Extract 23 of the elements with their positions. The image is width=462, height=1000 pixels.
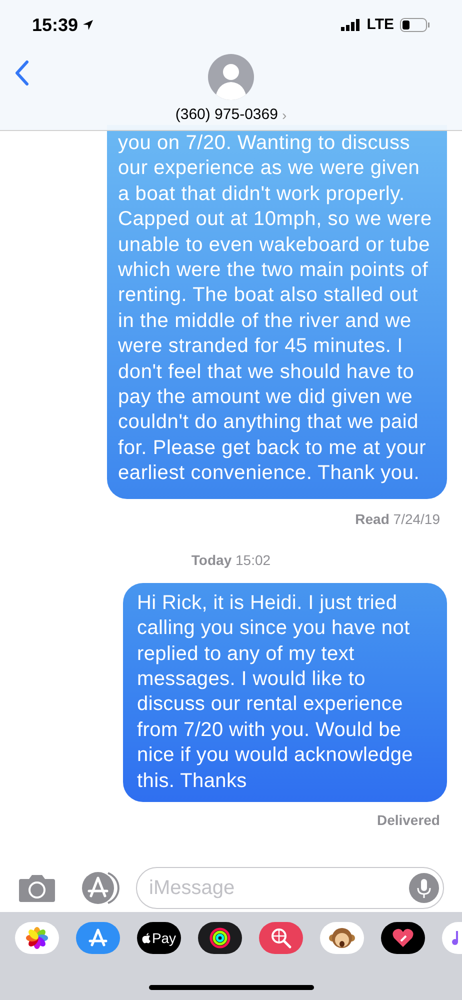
message-field[interactable]: iMessage <box>136 867 444 909</box>
photos-app-icon[interactable] <box>15 922 59 954</box>
avatar-icon[interactable] <box>208 54 254 100</box>
battery-icon <box>400 18 430 32</box>
microphone-icon[interactable] <box>409 873 439 903</box>
status-time: 15:39 <box>32 14 78 36</box>
app-store-icon[interactable] <box>80 870 120 906</box>
app-store-app-icon[interactable] <box>76 922 120 954</box>
delivery-status: Read 7/24/19 <box>355 510 440 529</box>
location-arrow-icon <box>82 19 94 31</box>
image-search-app-icon[interactable] <box>259 922 303 954</box>
contact-phone[interactable]: (360) 975-0369 <box>175 104 278 126</box>
delivery-status: Delivered <box>376 810 440 830</box>
activity-app-icon[interactable] <box>198 922 242 954</box>
network-label: LTE <box>366 14 394 35</box>
message-bubble: Hi Rick, it is Heidi. I just tried calling you since you have not replied to any of my text messages. I would like to discuss our rental experience from 7/20 with you. Would be nice if you would acknowledge this. Thanks <box>123 582 447 802</box>
signal-icon <box>340 19 361 31</box>
camera-icon[interactable] <box>18 873 56 903</box>
animoji-app-icon[interactable] <box>320 922 364 954</box>
apple-pay-app-icon[interactable]: Pay <box>137 922 181 954</box>
back-icon[interactable] <box>14 60 30 86</box>
timestamp: Today 15:02 <box>191 550 271 570</box>
heart-app-icon[interactable] <box>381 922 425 954</box>
